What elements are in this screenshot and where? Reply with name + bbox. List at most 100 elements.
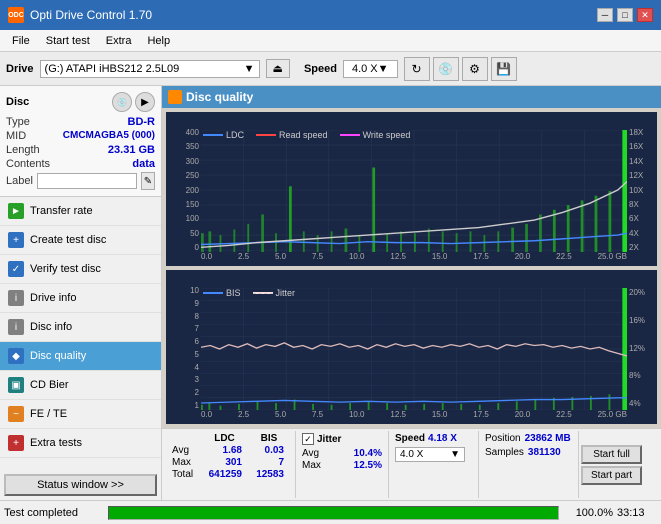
action-buttons: Start full Start part — [579, 431, 644, 498]
ldc-bis-stats: LDC BIS Avg 1.68 0.03 Max 301 7 Total 64… — [166, 431, 296, 498]
create-test-icon: + — [8, 232, 24, 248]
top-chart: 400 350 300 250 200 150 100 50 0 18X 16X… — [166, 112, 657, 266]
jitter-checkbox[interactable]: ✓ — [302, 433, 314, 445]
drivebar: Drive (G:) ATAPI iHBS212 2.5L09 ▼ ⏏ Spee… — [0, 52, 661, 86]
y-label-right: 8% — [629, 371, 655, 380]
main-container: Disc 💿 ▶ Type BD-R MID CMCMAGBA5 (000) L… — [0, 86, 661, 500]
speed-label: Speed — [304, 63, 337, 75]
start-part-button[interactable]: Start part — [581, 466, 642, 485]
sidebar-item-drive-info[interactable]: i Drive info — [0, 284, 161, 313]
label-edit-button[interactable]: ✎ — [141, 172, 155, 190]
top-chart-svg — [201, 130, 627, 252]
sidebar-item-extra-tests[interactable]: + Extra tests — [0, 429, 161, 458]
drive-dropdown[interactable]: (G:) ATAPI iHBS212 2.5L09 ▼ — [40, 60, 260, 78]
bottom-chart-svg — [201, 288, 627, 410]
menu-file[interactable]: File — [4, 33, 38, 49]
status-window-button[interactable]: Status window >> — [4, 474, 157, 496]
menu-help[interactable]: Help — [139, 33, 178, 49]
disc-button[interactable]: 💿 — [433, 57, 459, 81]
sidebar-item-create-test[interactable]: + Create test disc — [0, 226, 161, 255]
jitter-stats: ✓ Jitter Avg 10.4% Max 12.5% — [296, 431, 389, 498]
disc-icon2: ▶ — [135, 92, 155, 112]
nav-label-drive-info: Drive info — [30, 292, 76, 304]
disc-info-icon: i — [8, 319, 24, 335]
bot-chart-y-left: 10 9 8 7 6 5 4 3 2 1 — [166, 270, 201, 424]
nav-label-create-test: Create test disc — [30, 234, 106, 246]
y-label: 6 — [168, 337, 199, 346]
y-label-right: 12% — [629, 344, 655, 353]
y-label: 200 — [168, 186, 199, 195]
avg-ldc: 1.68 — [202, 445, 242, 456]
position-value: 23862 MB — [525, 433, 571, 444]
chart-header-icon — [168, 90, 182, 104]
y-label: 100 — [168, 214, 199, 223]
start-full-button[interactable]: Start full — [581, 445, 642, 464]
nav-label-disc-quality: Disc quality — [30, 350, 86, 362]
max-bis: 7 — [244, 457, 284, 468]
y-label-right: 16% — [629, 316, 655, 325]
window-controls: ─ □ ✕ — [597, 8, 653, 22]
y-label: 300 — [168, 157, 199, 166]
total-bis: 12583 — [244, 469, 284, 480]
sidebar-item-transfer-rate[interactable]: ► Transfer rate — [0, 197, 161, 226]
app-title: Opti Drive Control 1.70 — [30, 8, 152, 22]
drive-info-icon: i — [8, 290, 24, 306]
y-label-right: 14X — [629, 157, 655, 166]
disc-title: Disc — [6, 96, 29, 108]
speed-stat-value: 4.18 X — [428, 433, 457, 444]
ldc-legend — [203, 134, 223, 136]
speed-dropdown[interactable]: 4.0 X ▼ — [343, 60, 398, 78]
top-chart-y-right: 18X 16X 14X 12X 10X 8X 6X 4X 2X — [627, 112, 657, 266]
ldc-header: LDC — [202, 433, 247, 444]
maximize-button[interactable]: □ — [617, 8, 633, 22]
menu-extra[interactable]: Extra — [98, 33, 140, 49]
settings-button[interactable]: ⚙ — [462, 57, 488, 81]
avg-bis: 0.03 — [244, 445, 284, 456]
chevron-down-icon: ▼ — [244, 63, 255, 75]
menu-start-test[interactable]: Start test — [38, 33, 98, 49]
avg-jitter: 10.4% — [332, 448, 382, 459]
y-label-right: 4X — [629, 229, 655, 238]
close-button[interactable]: ✕ — [637, 8, 653, 22]
bot-chart-x-axis: 0.0 2.5 5.0 7.5 10.0 12.5 15.0 17.5 20.0… — [201, 410, 627, 424]
y-label-right: 12X — [629, 171, 655, 180]
drive-label: Drive — [6, 63, 34, 75]
progress-bar-fill — [109, 507, 558, 519]
y-label: 3 — [168, 375, 199, 384]
length-value: 23.31 GB — [108, 144, 155, 156]
refresh-button[interactable]: ↻ — [404, 57, 430, 81]
save-button[interactable]: 💾 — [491, 57, 517, 81]
fe-te-icon: ~ — [8, 406, 24, 422]
nav-label-cd-bier: CD Bier — [30, 379, 69, 391]
total-ldc: 641259 — [202, 469, 242, 480]
y-label-right: 10X — [629, 186, 655, 195]
write-speed-legend — [340, 134, 360, 136]
y-label: 7 — [168, 324, 199, 333]
minimize-button[interactable]: ─ — [597, 8, 613, 22]
speed-stats: Speed 4.18 X 4.0 X ▼ — [389, 431, 479, 498]
total-label: Total — [172, 469, 200, 480]
sidebar-item-cd-bier[interactable]: ▣ CD Bier — [0, 371, 161, 400]
samples-label: Samples — [485, 447, 524, 458]
y-label: 4 — [168, 363, 199, 372]
titlebar: ODC Opti Drive Control 1.70 ─ □ ✕ — [0, 0, 661, 30]
cd-bier-icon: ▣ — [8, 377, 24, 393]
sidebar-item-verify-test[interactable]: ✓ Verify test disc — [0, 255, 161, 284]
eject-button[interactable]: ⏏ — [266, 59, 290, 78]
sidebar-item-disc-info[interactable]: i Disc info — [0, 313, 161, 342]
time-text: 33:13 — [617, 507, 657, 519]
sidebar-item-disc-quality[interactable]: ◆ Disc quality — [0, 342, 161, 371]
speed-stat-dropdown[interactable]: 4.0 X ▼ — [395, 447, 465, 462]
nav-label-fe-te: FE / TE — [30, 408, 67, 420]
label-input[interactable] — [37, 173, 137, 189]
max-label: Max — [172, 457, 200, 468]
progress-text: 100.0% — [563, 507, 613, 519]
contents-label: Contents — [6, 158, 50, 170]
sidebar-item-fe-te[interactable]: ~ FE / TE — [0, 400, 161, 429]
position-label: Position — [485, 433, 521, 444]
bottom-chart: 10 9 8 7 6 5 4 3 2 1 20% 16% 12% 8% — [166, 270, 657, 424]
y-label: 350 — [168, 142, 199, 151]
y-label: 1 — [168, 401, 199, 410]
toolbar-buttons: ↻ 💿 ⚙ 💾 — [404, 57, 517, 81]
speed-stat-header: Speed — [395, 433, 425, 444]
